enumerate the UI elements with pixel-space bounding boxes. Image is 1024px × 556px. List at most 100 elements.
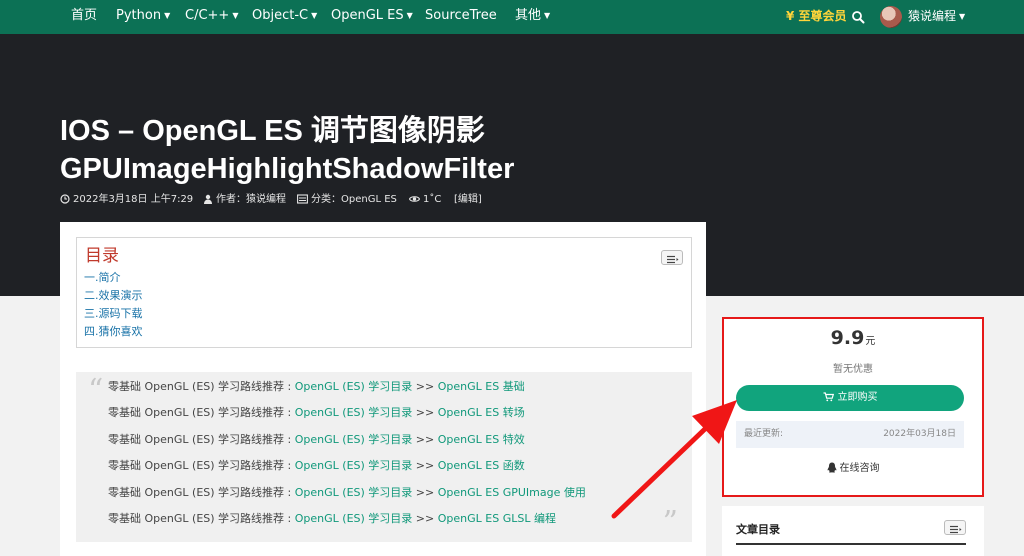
chevron-down-icon: ▼ (232, 11, 239, 20)
meta-date-text: 2022年3月18日 上午7:29 (73, 194, 194, 205)
avatar[interactable] (880, 6, 902, 28)
toc-link-intro[interactable]: 一.简介 (84, 269, 143, 287)
chevron-down-icon: ▼ (164, 11, 171, 20)
quote-line: 零基础 OpenGL (ES) 学习路线推荐 : OpenGL (ES) 学习目… (108, 433, 525, 447)
quote-close-icon: ” (662, 505, 678, 540)
quote-separator: >> (412, 406, 438, 420)
quote-separator: >> (412, 380, 438, 393)
page-title: IOS – OpenGL ES 调节图像阴影 GPUImageHighlight… (60, 112, 700, 188)
clock-icon (60, 194, 70, 204)
meta-views: 1˚C (408, 193, 442, 207)
quote-open-icon: “ (88, 373, 104, 408)
online-consult-link[interactable]: 在线咨询 (724, 459, 982, 474)
toc-list: 一.简介 二.效果演示 三.源码下载 四.猜你喜欢 (84, 269, 143, 341)
user-name: 猿说编程 (908, 9, 957, 23)
learning-path-link[interactable]: OpenGL (ES) 学习目录 (295, 486, 413, 499)
toc-link-download[interactable]: 三.源码下载 (84, 305, 143, 323)
quote-separator: >> (412, 512, 438, 525)
toc-link-demo[interactable]: 二.效果演示 (84, 287, 143, 305)
quote-line: 零基础 OpenGL (ES) 学习路线推荐 : OpenGL (ES) 学习目… (108, 406, 525, 420)
chevron-down-icon: ▼ (544, 11, 551, 20)
cart-icon (823, 392, 834, 402)
nav-c-cpp-label: C/C++ (185, 8, 230, 23)
article-body: 目录 一.简介 二.效果演示 三.源码下载 四.猜你喜欢 “ ” 零基础 Ope… (60, 222, 706, 556)
user-menu[interactable]: 猿说编程 ▼ (908, 0, 965, 34)
quote-prefix: 零基础 OpenGL (ES) 学习路线推荐 : (108, 485, 295, 499)
price-value: 9.9 (830, 327, 865, 349)
nav-objective-c-label: Object-C (252, 8, 309, 23)
meta-category[interactable]: 分类：OpenGL ES (297, 193, 397, 207)
nav-python[interactable]: Python ▼ (116, 0, 170, 34)
chevron-down-icon: ▼ (311, 11, 318, 20)
online-consult-label: 在线咨询 (839, 463, 880, 474)
quote-prefix: 零基础 OpenGL (ES) 学习路线推荐 : (108, 432, 295, 446)
last-updated: 最近更新: 2022年03月18日 (736, 421, 964, 448)
quote-line: 零基础 OpenGL (ES) 学习路线推荐 : OpenGL (ES) 学习目… (108, 486, 586, 500)
nav-other[interactable]: 其他 ▼ (515, 0, 550, 34)
table-of-contents: 目录 一.简介 二.效果演示 三.源码下载 四.猜你喜欢 (76, 237, 692, 348)
price-unit: 元 (865, 336, 876, 347)
nav-sourcetree[interactable]: SourceTree (425, 0, 497, 34)
learning-path-link[interactable]: OpenGL (ES) 学习目录 (295, 512, 413, 525)
page-title-line1: IOS – OpenGL ES 调节图像阴影 (60, 115, 485, 147)
topic-link[interactable]: OpenGL ES GLSL 编程 (438, 512, 556, 525)
topic-link[interactable]: OpenGL ES GPUImage 使用 (438, 486, 586, 499)
topic-link[interactable]: OpenGL ES 函数 (438, 459, 525, 472)
meta-views-text: 1˚C (423, 194, 442, 205)
user-icon (204, 194, 212, 204)
discount-text: 暂无优惠 (833, 364, 873, 375)
purchase-card: 9.9元 暂无优惠 立即购买 最近更新: 2022年03月18日 在线咨询 (722, 317, 984, 497)
quote-prefix: 零基础 OpenGL (ES) 学习路线推荐 : (108, 512, 295, 525)
nav-python-label: Python (116, 8, 162, 23)
quote-separator: >> (412, 432, 438, 446)
chevron-down-icon: ▼ (959, 12, 966, 21)
vip-link[interactable]: ¥ 至尊会员 (786, 0, 847, 34)
toc-title: 目录 (85, 246, 119, 266)
nav-opengl-es[interactable]: OpenGL ES ▼ (331, 0, 413, 34)
search-icon[interactable] (851, 10, 865, 24)
sidebar-article-toc: 文章目录 (722, 506, 984, 556)
toc-toggle-button[interactable] (661, 250, 683, 265)
sidebar-toc-toggle-button[interactable] (944, 520, 966, 535)
quote-prefix: 零基础 OpenGL (ES) 学习路线推荐 : (108, 406, 295, 420)
edit-link[interactable]: [编辑] (454, 193, 482, 207)
eye-icon (408, 196, 421, 202)
quote-separator: >> (412, 485, 438, 499)
nav-opengl-es-label: OpenGL ES (331, 8, 404, 23)
quote-separator: >> (412, 459, 438, 473)
quote-line: 零基础 OpenGL (ES) 学习路线推荐 : OpenGL (ES) 学习目… (108, 512, 556, 526)
nav-home[interactable]: 首页 (71, 0, 97, 34)
learning-path-link[interactable]: OpenGL (ES) 学习目录 (295, 433, 413, 446)
topic-link[interactable]: OpenGL ES 转场 (438, 406, 525, 419)
page-title-line2: GPUImageHighlightShadowFilter (60, 153, 515, 185)
last-updated-date: 2022年03月18日 (883, 429, 956, 439)
quote-line: 零基础 OpenGL (ES) 学习路线推荐 : OpenGL (ES) 学习目… (108, 380, 525, 394)
learning-path-link[interactable]: OpenGL (ES) 学习目录 (295, 406, 413, 419)
top-nav: 首页 Python ▼ C/C++ ▼ Object-C ▼ OpenGL ES ▼ S… (0, 0, 1024, 34)
buy-now-label: 立即购买 (837, 392, 878, 403)
quote-line: 零基础 OpenGL (ES) 学习路线推荐 : OpenGL (ES) 学习目… (108, 459, 525, 473)
meta-author-text: 作者：猿说编程 (216, 194, 286, 205)
nav-other-label: 其他 (515, 8, 542, 23)
last-updated-label: 最近更新: (744, 429, 784, 439)
price: 9.9元 (724, 327, 982, 349)
quote-prefix: 零基础 OpenGL (ES) 学习路线推荐 : (108, 380, 295, 393)
meta-author[interactable]: 作者：猿说编程 (203, 193, 286, 207)
nav-objective-c[interactable]: Object-C ▼ (252, 0, 317, 34)
quote-prefix: 零基础 OpenGL (ES) 学习路线推荐 : (108, 459, 295, 473)
meta-category-text: 分类：OpenGL ES (311, 194, 397, 205)
qq-icon (827, 462, 836, 473)
learning-path-link[interactable]: OpenGL (ES) 学习目录 (295, 380, 413, 393)
toc-link-recommend[interactable]: 四.猜你喜欢 (84, 323, 143, 341)
topic-link[interactable]: OpenGL ES 特效 (438, 433, 525, 446)
list-icon (950, 525, 962, 534)
buy-now-button[interactable]: 立即购买 (736, 385, 964, 411)
learning-path-link[interactable]: OpenGL (ES) 学习目录 (295, 459, 413, 472)
nav-c-cpp[interactable]: C/C++ ▼ (185, 0, 238, 34)
learning-path-quote: “ ” 零基础 OpenGL (ES) 学习路线推荐 : OpenGL (ES)… (76, 372, 692, 542)
list-icon (667, 255, 679, 264)
meta-date: 2022年3月18日 上午7:29 (60, 193, 193, 207)
divider (736, 543, 966, 545)
topic-link[interactable]: OpenGL ES 基础 (438, 380, 525, 393)
sidebar-toc-title: 文章目录 (736, 523, 780, 536)
